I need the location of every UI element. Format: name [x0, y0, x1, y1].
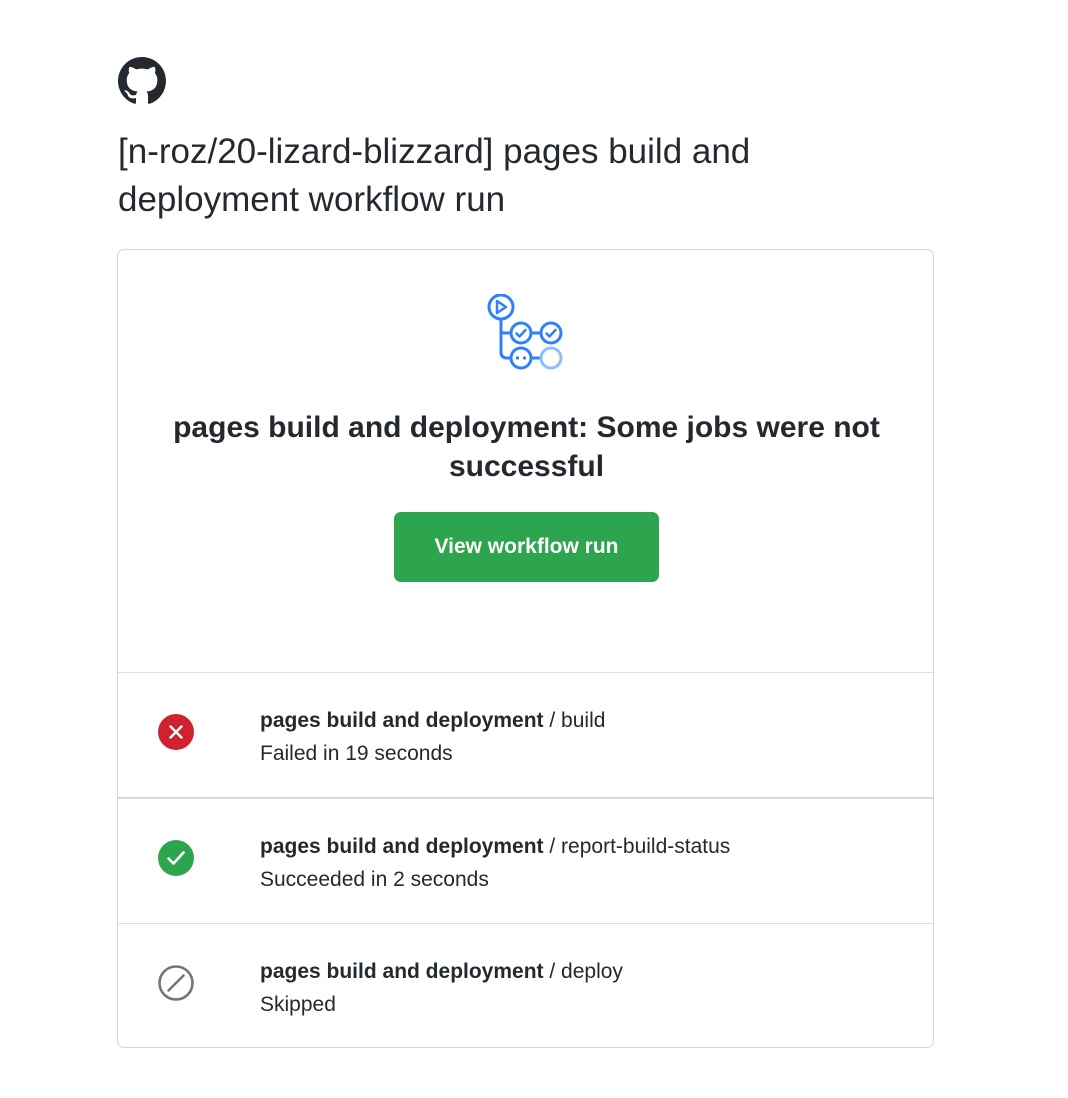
job-title: build: [561, 709, 606, 732]
job-name: pages build and deployment / deploy: [260, 955, 623, 988]
job-status-text: Succeeded in 2 seconds: [260, 868, 489, 891]
job-separator: /: [543, 835, 562, 858]
job-name: pages build and deployment / report-buil…: [260, 830, 730, 863]
job-details: pages build and deployment / report-buil…: [260, 830, 730, 896]
job-workflow-name: pages build and deployment: [260, 709, 544, 732]
view-workflow-run-button[interactable]: View workflow run: [394, 512, 659, 582]
workflow-run-card: pages build and deployment: Some jobs we…: [117, 249, 934, 1048]
skipped-slash-circle-icon: [157, 964, 195, 1002]
job-name: pages build and deployment / build: [260, 704, 605, 737]
job-title: deploy: [561, 960, 623, 983]
workflow-summary: pages build and deployment: Some jobs we…: [118, 250, 933, 673]
job-separator: /: [543, 960, 562, 983]
job-row-build: pages build and deployment / build Faile…: [118, 673, 933, 799]
job-details: pages build and deployment / build Faile…: [260, 704, 605, 770]
job-row-report-build-status: pages build and deployment / report-buil…: [118, 799, 933, 924]
workflow-status-heading: pages build and deployment: Some jobs we…: [173, 411, 880, 483]
job-workflow-name: pages build and deployment: [260, 960, 544, 983]
job-workflow-name: pages build and deployment: [260, 835, 544, 858]
github-mark-icon: [118, 57, 166, 105]
job-status-text: Skipped: [260, 993, 336, 1016]
success-check-circle-icon: [157, 839, 195, 877]
failed-x-circle-icon: [157, 713, 195, 751]
page-title: [n-roz/20-lizard-blizzard] pages build a…: [118, 132, 751, 219]
workflow-graph-icon: [486, 294, 568, 376]
job-row-deploy: pages build and deployment / deploy Skip…: [118, 924, 933, 1047]
job-details: pages build and deployment / deploy Skip…: [260, 955, 623, 1021]
job-status-text: Failed in 19 seconds: [260, 742, 453, 765]
job-title: report-build-status: [561, 835, 731, 858]
job-separator: /: [543, 709, 562, 732]
